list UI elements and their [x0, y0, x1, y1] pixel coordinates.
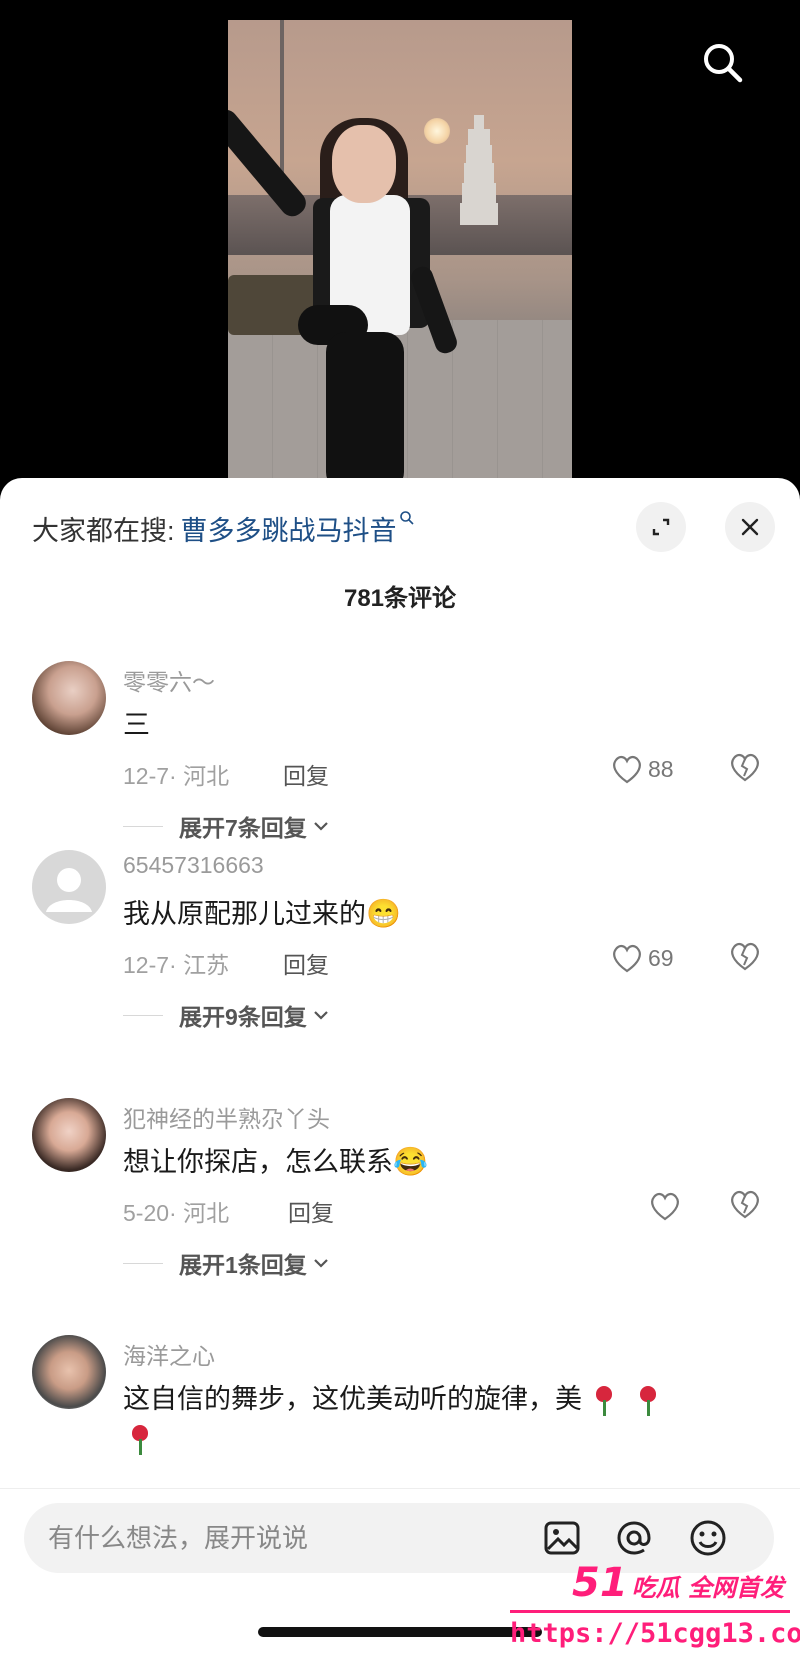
watermark-number: 51	[572, 1560, 628, 1606]
comment-meta: 12-7· 江苏	[123, 952, 230, 978]
expand-replies-button[interactable]: 展开7条回复	[123, 809, 329, 843]
broken-heart-icon	[731, 942, 759, 971]
like-button[interactable]	[648, 1188, 682, 1224]
like-count: 69	[648, 944, 674, 971]
comment-text: 想让你探店，怎么联系😂	[123, 1146, 428, 1177]
emoji-icon	[690, 1520, 726, 1556]
comment-username[interactable]: 犯神经的半熟尕丫头	[123, 1100, 330, 1134]
trending-search[interactable]: 大家都在搜: 曹多多跳战马抖音	[32, 508, 415, 548]
video-frame[interactable]	[228, 20, 572, 490]
dancer-legs	[326, 332, 404, 490]
comment-meta: 5-20· 河北	[123, 1200, 230, 1226]
broken-heart-icon	[731, 753, 759, 782]
avatar[interactable]	[32, 1098, 106, 1172]
laughing-crying-emoji: 😂	[393, 1146, 428, 1177]
comment-text: 三	[123, 710, 150, 740]
comment-input[interactable]	[48, 1503, 508, 1573]
divider	[123, 1014, 163, 1016]
comment-username[interactable]: 零零六～	[123, 663, 215, 697]
small-search-icon	[399, 510, 415, 530]
dislike-button[interactable]	[728, 1188, 764, 1224]
chevron-down-icon	[314, 1011, 328, 1020]
avatar[interactable]	[32, 661, 106, 735]
comment-text: 我从原配那儿过来的😁	[123, 898, 401, 929]
image-button[interactable]	[542, 1518, 582, 1558]
like-count: 88	[648, 755, 674, 782]
comment-username[interactable]: 65457316663	[123, 852, 264, 879]
heart-icon	[613, 755, 641, 784]
emoji-button[interactable]	[688, 1518, 728, 1558]
comment-text-overflow	[130, 1425, 150, 1455]
comment-sheet: 大家都在搜: 曹多多跳战马抖音 781条评论 零零六～ 三 12-7· 河北 回…	[0, 478, 800, 1657]
search-icon	[704, 44, 743, 83]
expand-icon	[652, 518, 670, 536]
rose-emoji	[594, 1385, 614, 1416]
expand-replies-label: 展开7条回复	[179, 815, 307, 841]
divider	[123, 1262, 163, 1264]
image-icon	[544, 1521, 580, 1555]
watermark-brand: 51 吃瓜 全网首发	[572, 1560, 784, 1606]
default-avatar-icon	[46, 868, 92, 912]
rose-emoji	[130, 1425, 150, 1455]
heart-icon	[651, 1192, 679, 1221]
dancer-face	[332, 125, 396, 203]
broken-heart-icon	[731, 1190, 759, 1219]
grin-emoji: 😁	[366, 898, 401, 929]
watermark-underline	[510, 1610, 790, 1613]
close-button[interactable]	[725, 502, 775, 552]
dislike-button[interactable]	[728, 751, 764, 787]
like-button[interactable]: 69	[610, 940, 674, 976]
mention-button[interactable]	[614, 1518, 654, 1558]
like-button[interactable]: 88	[610, 751, 674, 787]
search-button[interactable]	[700, 40, 744, 84]
reply-button[interactable]: 回复	[283, 757, 329, 791]
expand-replies-label: 展开9条回复	[179, 1004, 307, 1030]
comment-item: 犯神经的半熟尕丫头 想让你探店，怎么联系😂 5-20· 河北 回复 展开1条回复	[0, 1098, 800, 1328]
reply-button[interactable]: 回复	[283, 946, 329, 980]
chevron-down-icon	[314, 1259, 328, 1268]
expand-replies-button[interactable]: 展开9条回复	[123, 998, 329, 1032]
comment-username[interactable]: 海洋之心	[123, 1337, 215, 1371]
watermark-text: 吃瓜 全网首发	[631, 1574, 785, 1602]
trending-query-link[interactable]: 曹多多跳战马抖音	[181, 509, 397, 548]
avatar[interactable]	[32, 1335, 106, 1409]
reply-button[interactable]: 回复	[288, 1194, 334, 1228]
close-icon	[741, 518, 759, 536]
pagoda	[460, 115, 498, 225]
watermark: 51 吃瓜 全网首发 https://51cgg13.com	[510, 1560, 800, 1657]
home-indicator[interactable]	[258, 1627, 542, 1637]
sun	[424, 118, 450, 144]
trending-prefix: 大家都在搜:	[32, 515, 175, 546]
comment-item: 65457316663 我从原配那儿过来的😁 12-7· 江苏 回复 69 展开…	[0, 850, 800, 1080]
comment-text: 这自信的舞步，这优美动听的旋律，美	[123, 1377, 670, 1416]
at-icon	[617, 1521, 651, 1555]
divider	[123, 825, 163, 827]
video-player[interactable]	[0, 0, 800, 490]
heart-icon	[613, 944, 641, 973]
avatar[interactable]	[32, 850, 106, 924]
expand-replies-label: 展开1条回复	[179, 1252, 307, 1278]
expand-button[interactable]	[636, 502, 686, 552]
comment-meta: 12-7· 河北	[123, 763, 230, 789]
comment-count-title: 781条评论	[343, 585, 457, 612]
watermark-url: https://51cgg13.com	[510, 1618, 800, 1649]
chevron-down-icon	[314, 822, 328, 831]
expand-replies-button[interactable]: 展开1条回复	[123, 1246, 329, 1280]
rose-emoji	[638, 1385, 658, 1416]
dislike-button[interactable]	[728, 940, 764, 976]
